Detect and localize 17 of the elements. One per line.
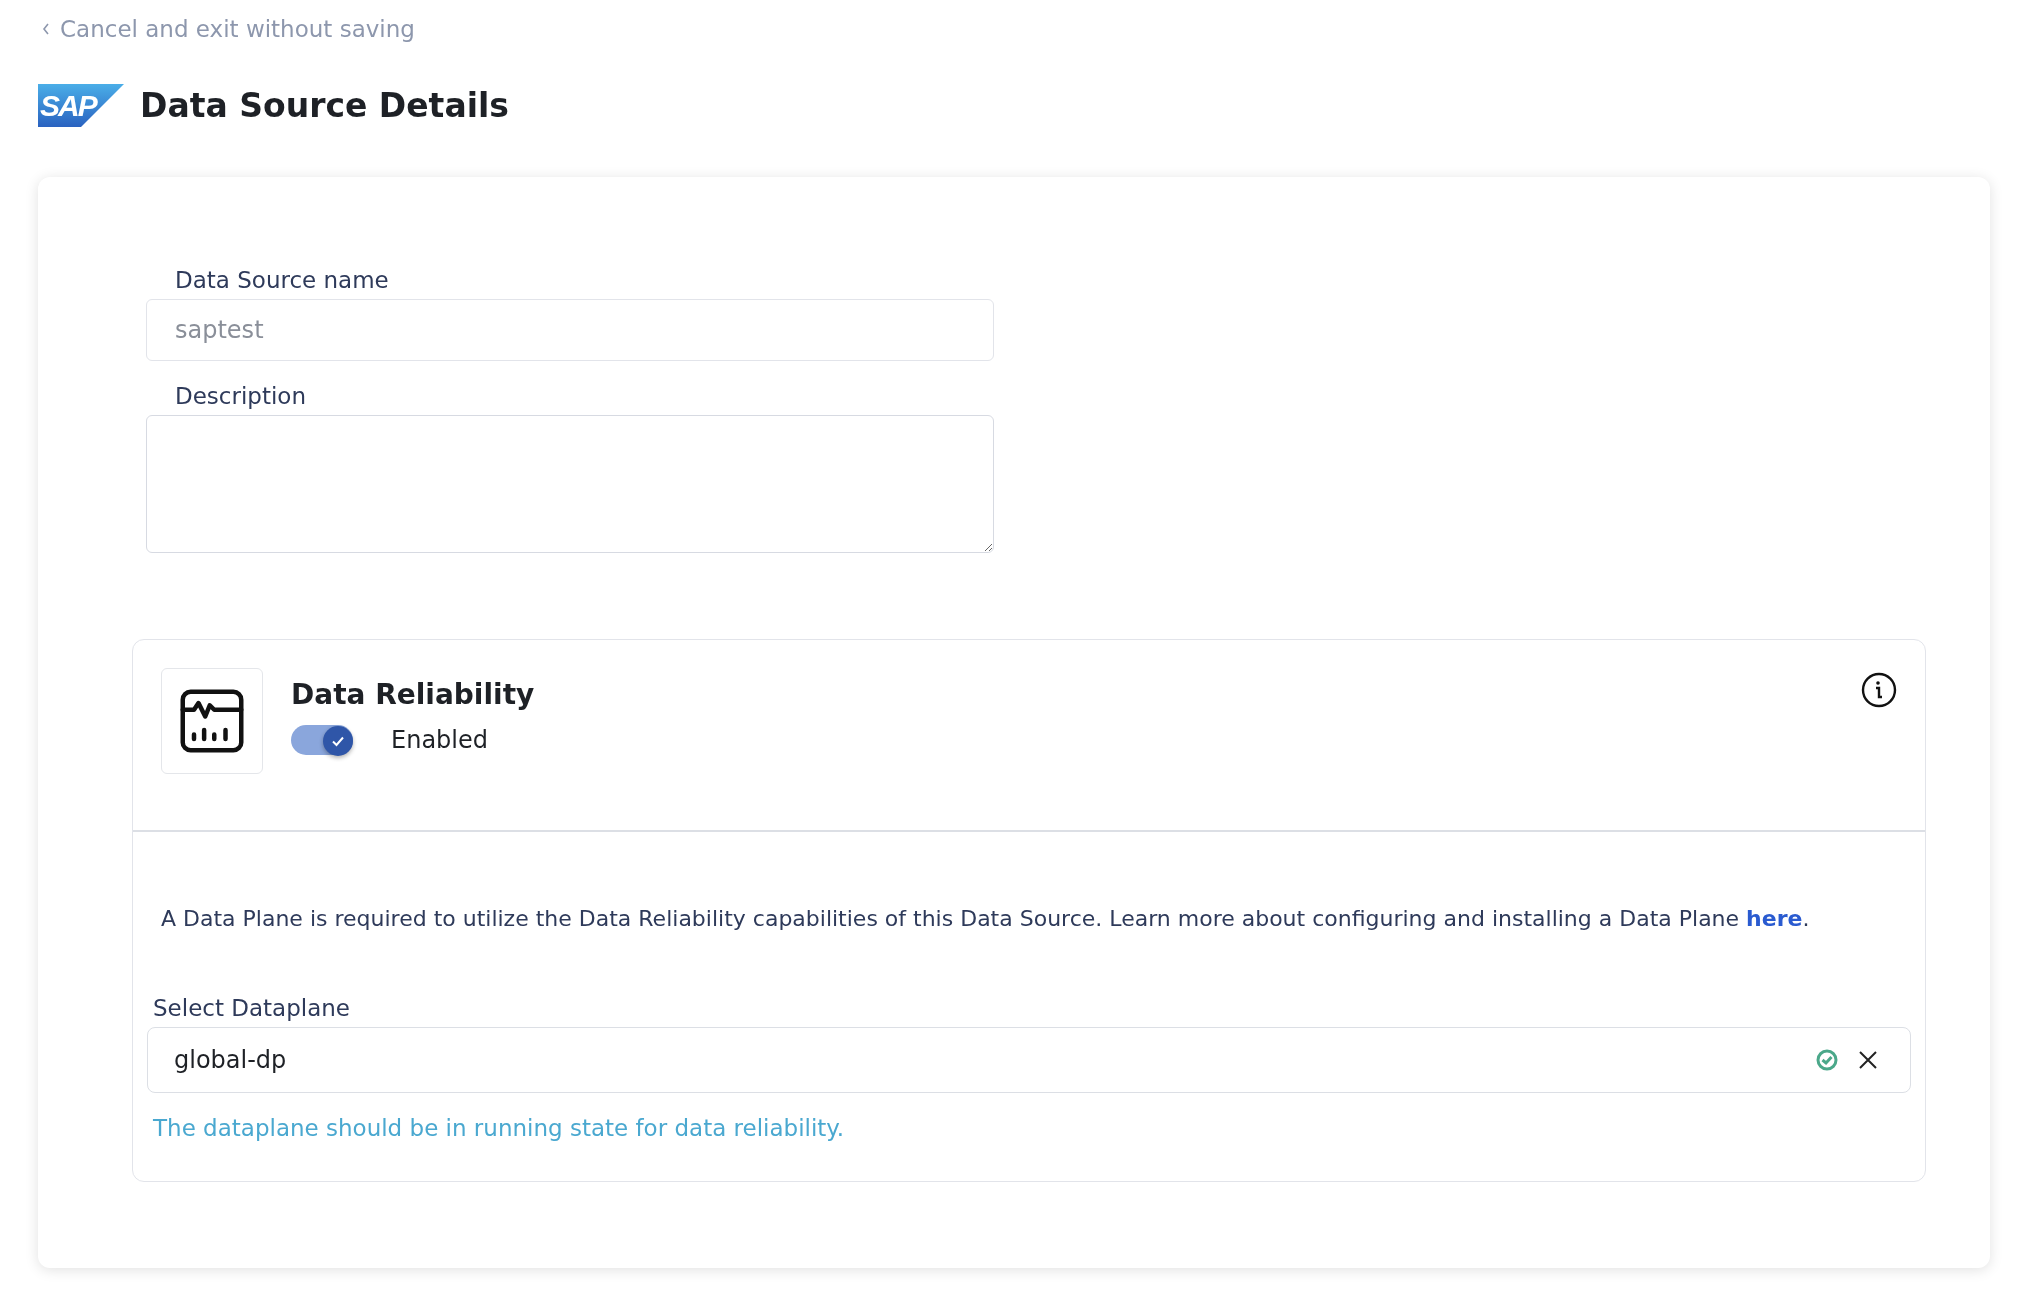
section-title: Data Reliability (291, 678, 536, 711)
hint-text: The dataplane should be in running state for data reliability. (153, 1115, 845, 1141)
notice-text: A Data Plane is required to utilize the Data Reliability capabilities of this Data Source. Learn more about configuring and installing a Data Plane here. (161, 906, 1811, 931)
field-label: Description (175, 383, 307, 409)
field-label: Select Dataplane (153, 995, 351, 1021)
description-field[interactable] (146, 415, 994, 553)
input-field[interactable]: saptest (146, 299, 994, 361)
toggle-label: Enabled (391, 726, 488, 754)
field-label: Data Source name (175, 267, 390, 293)
info-icon[interactable] (1861, 672, 1897, 708)
dataplane-select[interactable]: global-dp (147, 1027, 1911, 1093)
chevron-left-icon (42, 23, 50, 35)
here-link[interactable]: here (1746, 906, 1803, 931)
page-title: Data Source Details (140, 86, 509, 125)
toggle-switch[interactable] (291, 725, 353, 755)
brand-logo: SAP (38, 84, 124, 127)
close-icon[interactable] (1858, 1050, 1878, 1070)
